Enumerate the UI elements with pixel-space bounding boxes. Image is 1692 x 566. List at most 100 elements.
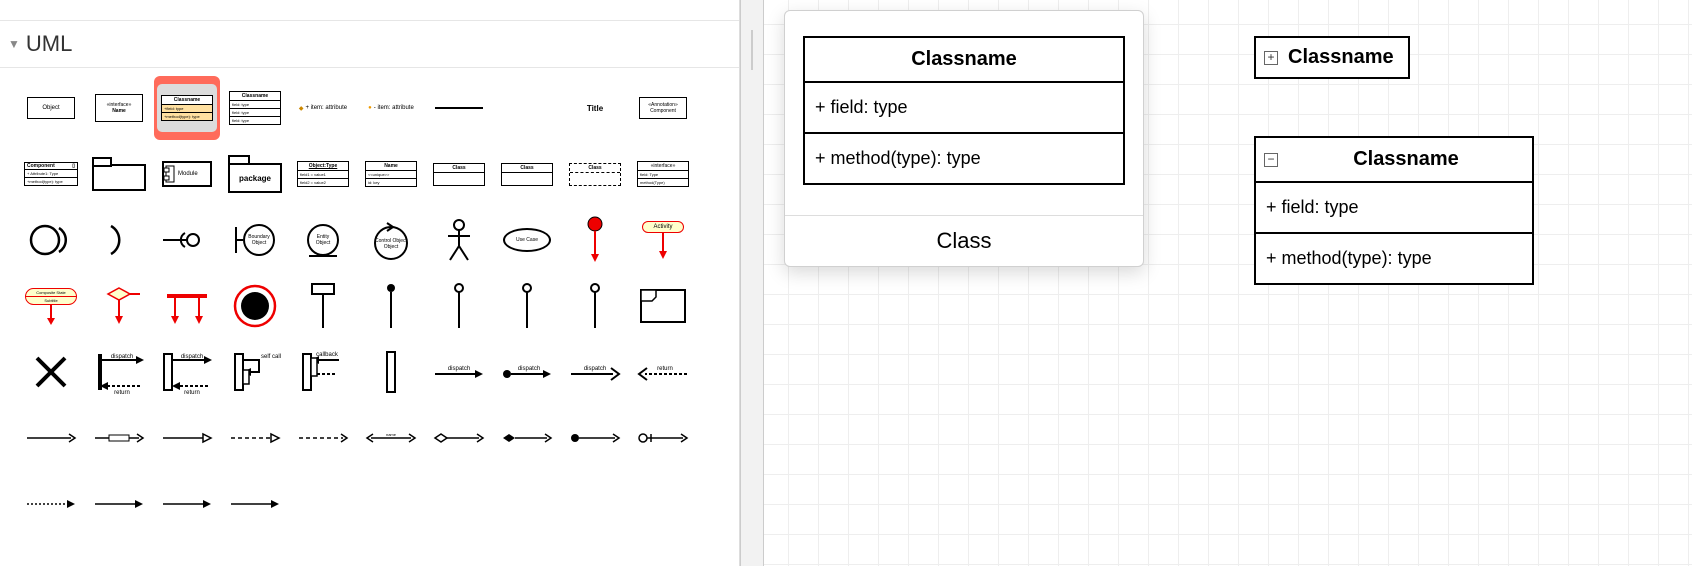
stencil-class-5[interactable]: Classname field: type field: type field:… (222, 76, 288, 140)
stencil-final-node[interactable] (222, 274, 288, 338)
lbl: Name (366, 162, 416, 171)
stencil-provided-interface[interactable] (18, 208, 84, 272)
expand-icon[interactable]: + (1264, 51, 1278, 65)
svg-text:package: package (239, 174, 272, 183)
stencil-module[interactable]: Module (154, 142, 220, 206)
lifeline-box-icon (308, 282, 338, 330)
stencil-arrow-4[interactable] (222, 406, 288, 470)
stencil-divider-line[interactable] (426, 76, 492, 140)
stencil-lifeline-open2[interactable] (494, 274, 560, 338)
stencil-object-instance[interactable]: Name <<unique>> id: key (358, 142, 424, 206)
stencil-message-sync[interactable]: dispatch (426, 340, 492, 404)
lollipop-icon (163, 230, 211, 250)
stencil-entity[interactable]: Entity Object (290, 208, 356, 272)
lbl: Activity (642, 221, 683, 233)
stencil-arrow-9[interactable] (562, 406, 628, 470)
collapse-icon[interactable]: − (1264, 153, 1278, 167)
destroy-icon (33, 354, 69, 390)
lbl: id: key (366, 179, 416, 186)
lbl: Title (587, 104, 603, 113)
stencil-arrow-14[interactable] (222, 472, 288, 536)
stencil-item-attribute-dash[interactable]: ●- item: attribute (358, 76, 424, 140)
provided-interface-icon (29, 222, 73, 258)
stencil-package[interactable]: package (222, 142, 288, 206)
required-interface-icon (99, 222, 139, 258)
stencil-arrow-13[interactable] (154, 472, 220, 536)
mc-head: Classname (230, 92, 280, 101)
stencil-object-type[interactable]: Object:Type field1 = value1 field2 = val… (290, 142, 356, 206)
message-found-icon: dispatch (501, 362, 553, 382)
stencil-class-simple2[interactable]: Class (494, 142, 560, 206)
lbl: Subtitle (26, 297, 76, 304)
stencil-class-dotted[interactable]: Class (562, 142, 628, 206)
start-arrow-icon (585, 216, 605, 264)
stencil-lifeline-open3[interactable] (562, 274, 628, 338)
stencil-use-case[interactable]: Use Case (494, 208, 560, 272)
stencil-destroy[interactable] (18, 340, 84, 404)
stencil-class-3[interactable]: Classname +field: type +method(type): ty… (154, 76, 220, 140)
stencil-message-async[interactable]: dispatch (562, 340, 628, 404)
lbl: Composite State (26, 289, 76, 297)
stencil-lifeline-open[interactable] (426, 274, 492, 338)
stencil-self-call[interactable]: self call (222, 340, 288, 404)
stencil-arrow-6[interactable]: name (358, 406, 424, 470)
stencil-activation[interactable] (358, 340, 424, 404)
stencil-message-found[interactable]: dispatch (494, 340, 560, 404)
svg-text:dispatch: dispatch (448, 366, 470, 372)
message-async-icon: dispatch (569, 362, 621, 382)
svg-text:dispatch: dispatch (584, 366, 606, 372)
package-icon: package (228, 155, 282, 193)
stencil-call-return-bar[interactable]: dispatchreturn (154, 340, 220, 404)
stencil-arrow-5[interactable] (290, 406, 356, 470)
stencil-frame[interactable] (630, 274, 696, 338)
stencil-annotation-component[interactable]: «Annotation» Component (630, 76, 696, 140)
mc-head: Classname (162, 96, 212, 105)
lbl: Boundary Object (245, 234, 273, 246)
pane-divider[interactable] (740, 0, 764, 566)
svg-text:return: return (114, 390, 130, 396)
stencil-decision[interactable] (86, 274, 152, 338)
stencil-class-simple[interactable]: Class (426, 142, 492, 206)
stencil-message-return[interactable]: return (630, 340, 696, 404)
stencil-required-interface[interactable] (86, 208, 152, 272)
collapse-triangle-icon: ▼ (8, 37, 20, 51)
canvas[interactable]: Classname + field: type + method(type): … (764, 0, 1692, 566)
stencil-spacer-blank[interactable] (494, 76, 560, 140)
stencil-arrow-3[interactable] (154, 406, 220, 470)
stencil-object[interactable]: Object (18, 76, 84, 140)
stencil-arrow-1[interactable] (18, 406, 84, 470)
stencil-start-arrow[interactable] (562, 208, 628, 272)
stencil-arrow-8[interactable] (494, 406, 560, 470)
stencil-arrow-12[interactable] (86, 472, 152, 536)
stencil-activity[interactable]: Activity (630, 208, 696, 272)
stencil-fork-join[interactable] (154, 274, 220, 338)
final-node-icon (233, 284, 277, 328)
stencil-component[interactable]: Component▯ + Attribute1: Type +method(ty… (18, 142, 84, 206)
stencil-control[interactable]: Control ObjectObject (358, 208, 424, 272)
stencil-block[interactable] (86, 142, 152, 206)
stencil-callback[interactable]: callback (290, 340, 356, 404)
stencil-interface[interactable]: «interface» Name (86, 76, 152, 140)
stencil-call-return[interactable]: dispatchreturn (86, 340, 152, 404)
stencil-title[interactable]: Title (562, 76, 628, 140)
stencil-arrow-10[interactable] (630, 406, 696, 470)
popover-label: Class (785, 215, 1143, 266)
canvas-expanded-class[interactable]: − Classname + field: type + method(type)… (1254, 136, 1534, 285)
call-return-bar-icon: dispatchreturn (160, 350, 214, 394)
stencil-lifeline-box[interactable] (290, 274, 356, 338)
stencil-arrow-7[interactable] (426, 406, 492, 470)
stencil-boundary[interactable]: Boundary Object (222, 208, 288, 272)
stencil-arrow-11[interactable] (18, 472, 84, 536)
divider-icon (435, 107, 483, 109)
stencil-lifeline-dot[interactable] (358, 274, 424, 338)
stencil-interface-class[interactable]: «interface» field: Type method(Type) (630, 142, 696, 206)
stencil-arrow-2[interactable] (86, 406, 152, 470)
canvas-collapsed-class[interactable]: + Classname (1254, 36, 1410, 79)
stencil-composite-state[interactable]: Composite StateSubtitle (18, 274, 84, 338)
stencil-actor[interactable] (426, 208, 492, 272)
svg-text:Object: Object (384, 244, 399, 250)
callback-icon: callback (299, 350, 347, 394)
section-header-uml[interactable]: ▼ UML (0, 20, 739, 68)
stencil-item-attribute-plus[interactable]: ◆+ item: attribute (290, 76, 356, 140)
stencil-lollipop[interactable] (154, 208, 220, 272)
